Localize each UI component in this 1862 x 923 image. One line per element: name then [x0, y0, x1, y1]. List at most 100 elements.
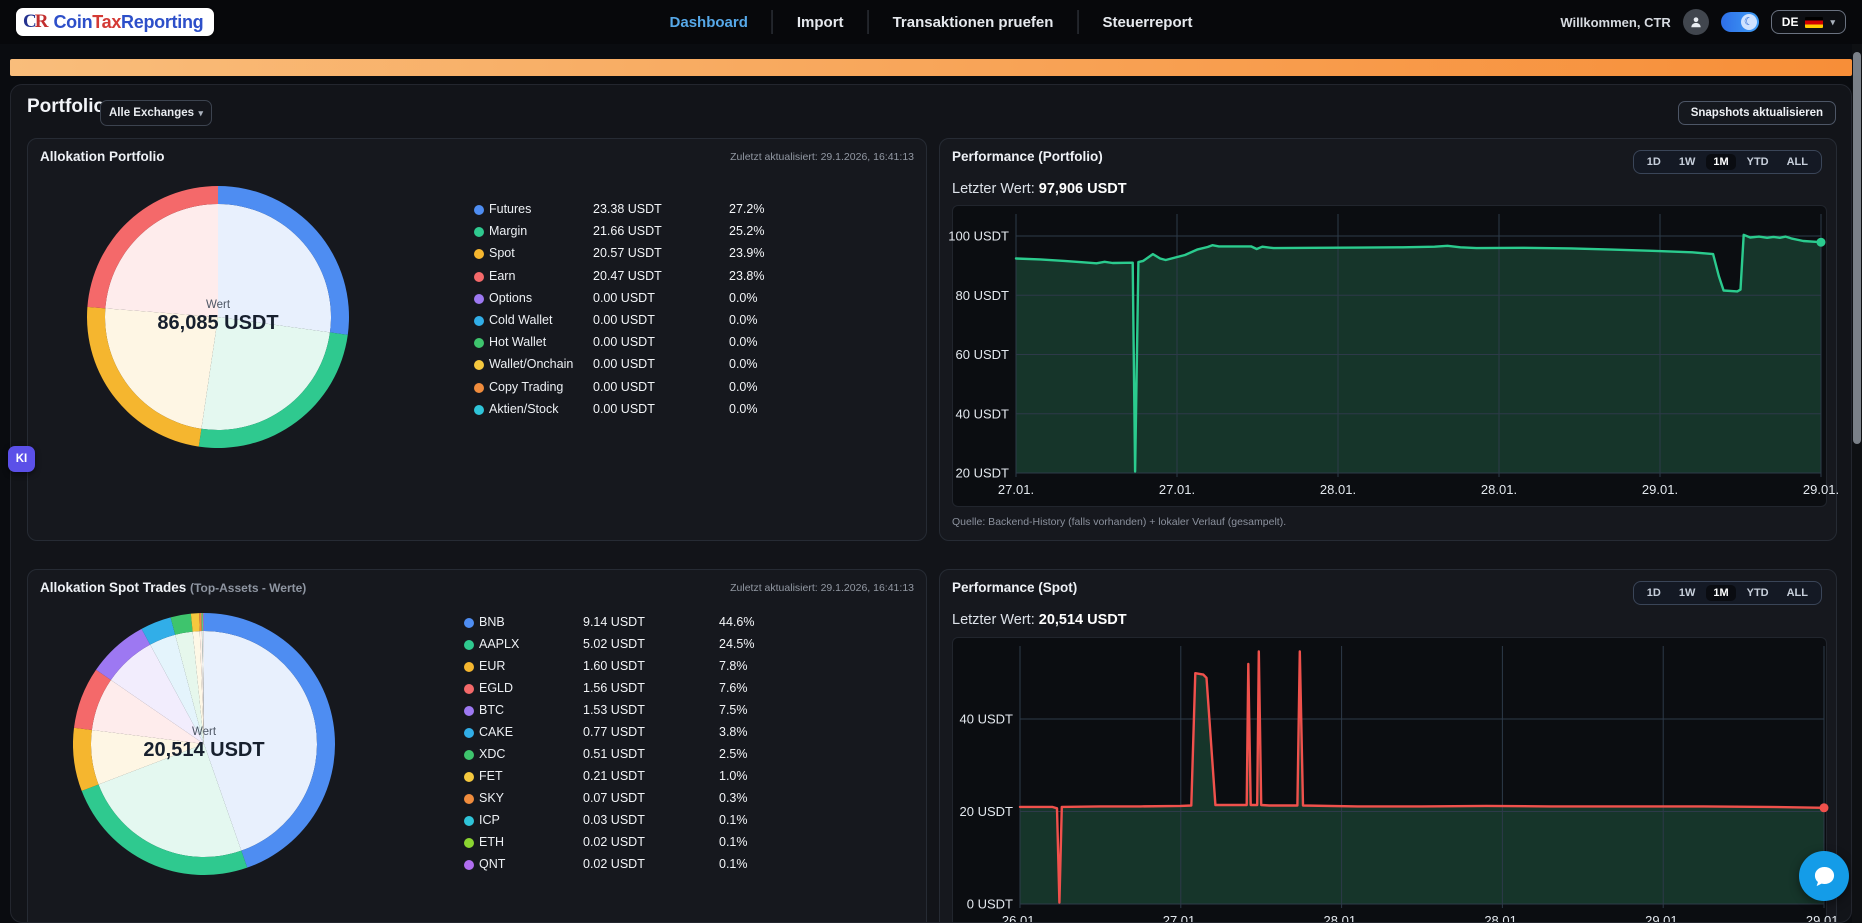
range-button-1d[interactable]: 1D [1640, 585, 1668, 601]
portfolio-panel: Portfolio Alle Exchanges ▾ Snapshots akt… [10, 84, 1852, 923]
legend-item-options[interactable]: Options0.00 USDT0.0% [28, 291, 926, 307]
legend-item-xdc[interactable]: XDC0.51 USDT2.5% [28, 747, 926, 763]
legend-value: 20.47 USDT [593, 269, 662, 283]
legend-value: 23.38 USDT [593, 202, 662, 216]
last-value-line: Letzter Wert: 20,514 USDT [952, 612, 1127, 628]
legend-color-dot [464, 618, 474, 628]
legend-percent: 2.5% [719, 747, 748, 761]
nav-item-import[interactable]: Import [773, 14, 868, 31]
svg-text:28.01.: 28.01. [1484, 913, 1520, 923]
scrollbar-thumb[interactable] [1853, 52, 1861, 444]
legend-label: AAPLX [479, 637, 519, 651]
range-button-ytd[interactable]: YTD [1740, 585, 1776, 601]
accent-bar [10, 59, 1852, 76]
card-title: Performance (Portfolio) [952, 149, 1103, 164]
range-selector-spot: 1D1W1M YTDALL [1633, 581, 1822, 605]
legend-percent: 23.9% [729, 246, 764, 260]
legend-item-wallet-onchain[interactable]: Wallet/Onchain0.00 USDT0.0% [28, 357, 926, 373]
legend-color-dot [464, 816, 474, 826]
legend-value: 0.00 USDT [593, 313, 655, 327]
legend-value: 21.66 USDT [593, 224, 662, 238]
legend-item-bnb[interactable]: BNB9.14 USDT44.6% [28, 615, 926, 631]
legend-percent: 0.0% [729, 402, 758, 416]
legend-color-dot [474, 338, 484, 348]
header-right: Willkommen, CTR ☾ DE ▾ [1560, 9, 1846, 35]
last-value-label: Letzter Wert: [952, 612, 1035, 628]
last-value: 20,514 USDT [1039, 612, 1127, 628]
legend-label: Options [489, 291, 532, 305]
legend-color-dot [474, 227, 484, 237]
language-selector[interactable]: DE ▾ [1771, 10, 1846, 34]
legend-item-copy-trading[interactable]: Copy Trading0.00 USDT0.0% [28, 380, 926, 396]
chat-launcher-button[interactable] [1799, 851, 1849, 901]
range-button-1w[interactable]: 1W [1672, 154, 1703, 170]
legend-label: FET [479, 769, 503, 783]
legend-percent: 0.3% [719, 791, 748, 805]
legend-label: Aktien/Stock [489, 402, 558, 416]
legend-percent: 7.5% [719, 703, 748, 717]
range-button-1m[interactable]: 1M [1706, 154, 1735, 170]
legend-item-margin[interactable]: Margin21.66 USDT25.2% [28, 224, 926, 240]
legend-color-dot [474, 249, 484, 259]
legend-item-qnt[interactable]: QNT0.02 USDT0.1% [28, 857, 926, 873]
legend-percent: 0.0% [729, 357, 758, 371]
range-button-all[interactable]: ALL [1780, 585, 1815, 601]
nav-item-dashboard[interactable]: Dashboard [646, 14, 772, 31]
snapshots-refresh-button[interactable]: Snapshots aktualisieren [1678, 101, 1836, 125]
legend-item-eth[interactable]: ETH0.02 USDT0.1% [28, 835, 926, 851]
svg-text:100 USDT: 100 USDT [948, 229, 1009, 244]
legend-item-eur[interactable]: EUR1.60 USDT7.8% [28, 659, 926, 675]
legend-item-egld[interactable]: EGLD1.56 USDT7.6% [28, 681, 926, 697]
svg-text:27.01.: 27.01. [1163, 913, 1199, 923]
range-button-ytd[interactable]: YTD [1740, 154, 1776, 170]
chat-bubble-icon [1811, 863, 1838, 890]
legend-label: Margin [489, 224, 527, 238]
nav-item-steuerreport[interactable]: Steuerreport [1078, 14, 1216, 31]
nav-item-transaktionen-pruefen[interactable]: Transaktionen pruefen [869, 14, 1078, 31]
last-value: 97,906 USDT [1039, 181, 1127, 197]
legend-item-aktien-stock[interactable]: Aktien/Stock 0.00 USDT 0.0% [28, 402, 926, 418]
app-logo[interactable]: CR CoinTaxReporting [16, 8, 214, 36]
legend-item-hot-wallet[interactable]: Hot Wallet0.00 USDT0.0% [28, 335, 926, 351]
legend-item-earn[interactable]: Earn20.47 USDT23.8% [28, 269, 926, 285]
svg-text:29.01.: 29.01. [1642, 482, 1678, 497]
page-scrollbar[interactable] [1852, 44, 1862, 923]
range-button-all[interactable]: ALL [1780, 154, 1815, 170]
exchange-filter-select[interactable]: Alle Exchanges ▾ [100, 100, 212, 126]
spot-allocation-legend: BNB9.14 USDT44.6%AAPLX5.02 USDT24.5%EUR1… [28, 570, 926, 923]
legend-item-spot[interactable]: Spot20.57 USDT23.9% [28, 246, 926, 262]
range-button-1d[interactable]: 1D [1640, 154, 1668, 170]
legend-color-dot [474, 272, 484, 282]
legend-label: XDC [479, 747, 505, 761]
user-avatar[interactable] [1683, 9, 1709, 35]
range-button-1w[interactable]: 1W [1672, 585, 1703, 601]
legend-item-futures[interactable]: Futures23.38 USDT27.2% [28, 202, 926, 218]
legend-color-dot [464, 860, 474, 870]
legend-color-dot [464, 684, 474, 694]
legend-value: 5.02 USDT [583, 637, 645, 651]
legend-color-dot [464, 640, 474, 650]
legend-item-btc[interactable]: BTC1.53 USDT7.5% [28, 703, 926, 719]
legend-label: Spot [489, 246, 515, 260]
performance-spot-card: Performance (Spot) 1D1W1MYTDALL Letzter … [939, 569, 1837, 923]
legend-color-dot [464, 662, 474, 672]
legend-item-icp[interactable]: ICP0.03 USDT0.1% [28, 813, 926, 829]
legend-label: Wallet/Onchain [489, 357, 573, 371]
legend-item-cake[interactable]: CAKE0.77 USDT3.8% [28, 725, 926, 741]
ki-assistant-button[interactable]: KI [8, 446, 35, 472]
legend-item-fet[interactable]: FET0.21 USDT1.0% [28, 769, 926, 785]
page-title: Portfolio [27, 96, 105, 118]
legend-value: 9.14 USDT [583, 615, 645, 629]
legend-percent: 27.2% [729, 202, 764, 216]
legend-item-sky[interactable]: SKY0.07 USDT0.3% [28, 791, 926, 807]
range-button-1m[interactable]: 1M [1706, 585, 1735, 601]
legend-label: Earn [489, 269, 515, 283]
svg-text:60 USDT: 60 USDT [956, 347, 1010, 362]
legend-item-cold-wallet[interactable]: Cold Wallet0.00 USDT0.0% [28, 313, 926, 329]
svg-text:28.01.: 28.01. [1320, 482, 1356, 497]
legend-percent: 44.6% [719, 615, 754, 629]
legend-percent: 1.0% [719, 769, 748, 783]
theme-toggle[interactable]: ☾ [1721, 12, 1759, 32]
legend-value: 0.00 USDT [593, 402, 655, 416]
legend-item-aaplx[interactable]: AAPLX5.02 USDT24.5% [28, 637, 926, 653]
